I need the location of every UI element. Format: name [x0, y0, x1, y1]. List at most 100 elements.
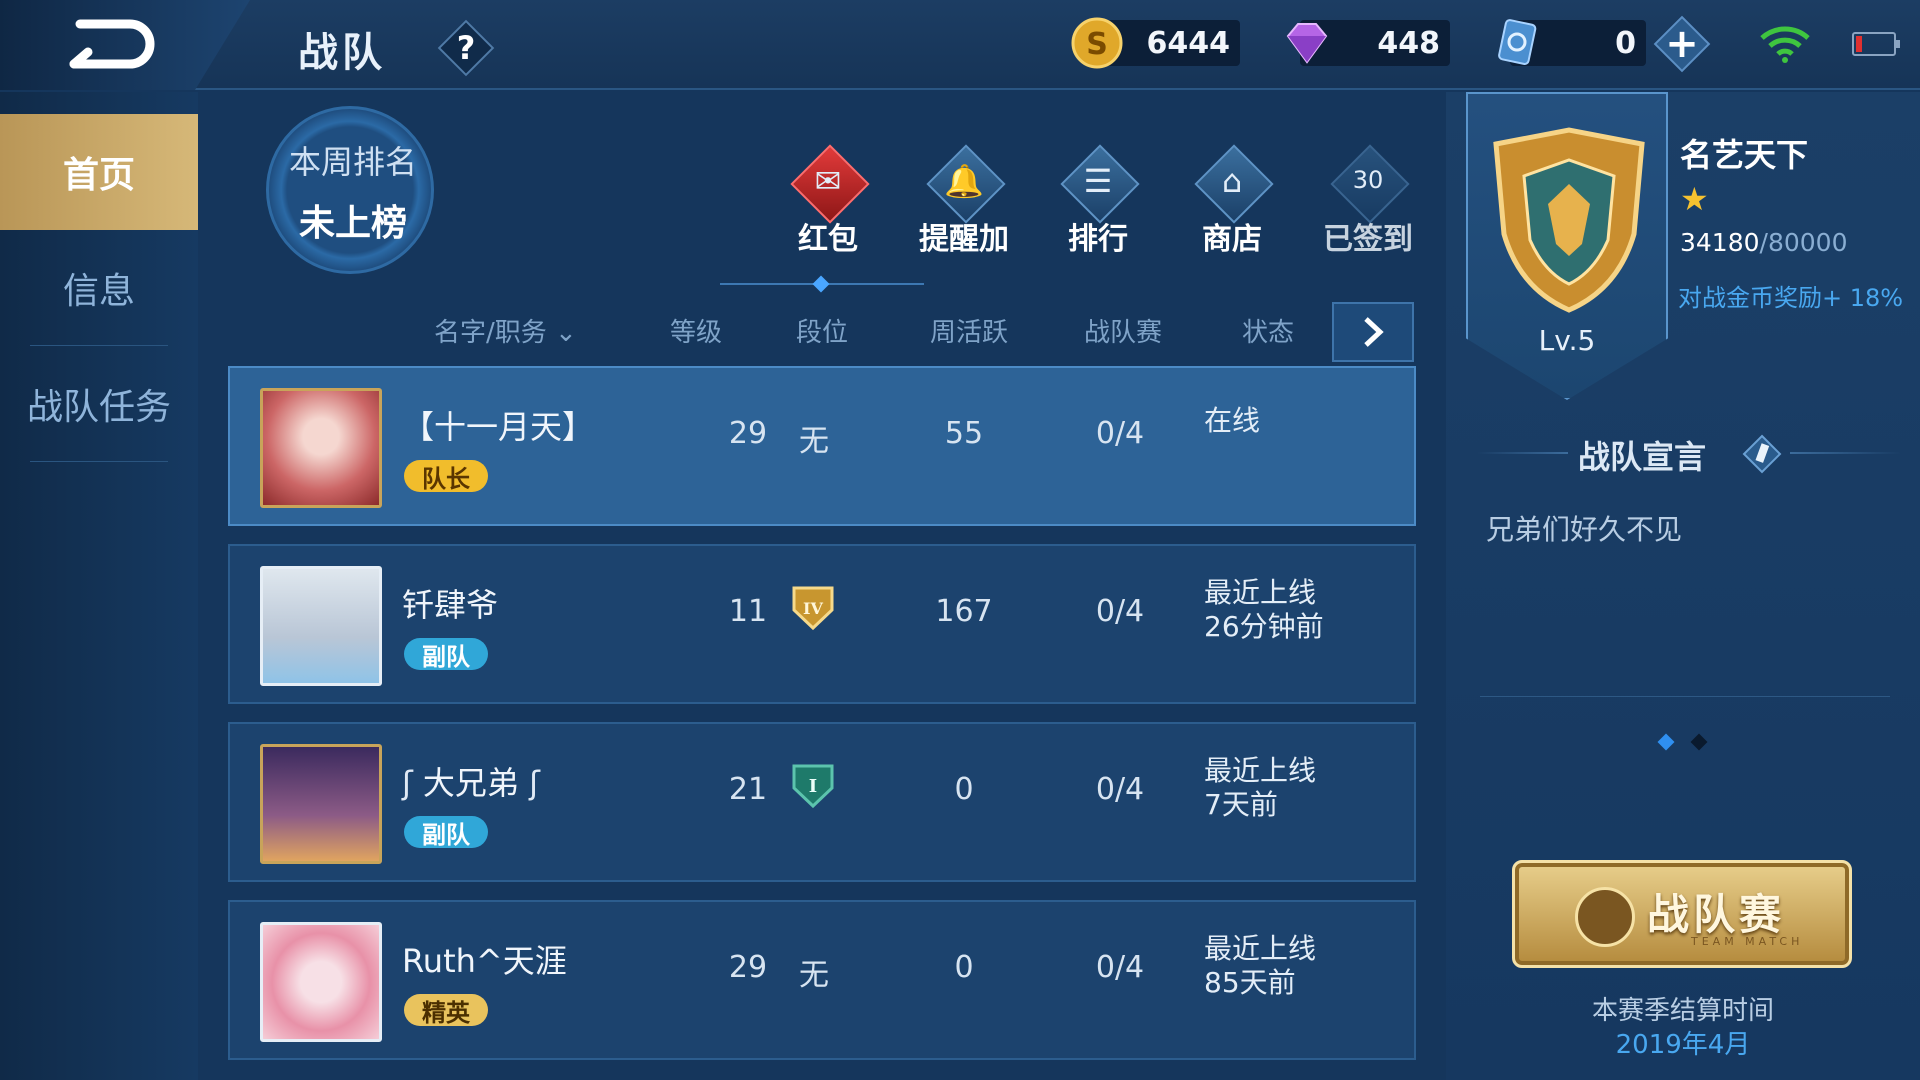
calendar-30-icon: 30: [1352, 166, 1384, 194]
table-row[interactable]: 【十一月天】 队长 29 无 55 0/4 在线: [228, 366, 1416, 526]
action-label: 提醒加: [919, 222, 1009, 257]
weekly-activity-value: 55: [944, 416, 984, 451]
action-label: 商店: [1202, 222, 1262, 257]
action-label: 红包: [798, 222, 858, 257]
rank-shield-icon: IV: [790, 584, 836, 632]
role-badge: 精英: [404, 994, 488, 1027]
header-label: 名字/职务: [434, 318, 547, 348]
top-bar: 战队 ? S 6444 448 0 +: [0, 0, 1920, 90]
sidebar-item-team-tasks[interactable]: 战队任务: [0, 346, 198, 462]
header-name-role[interactable]: 名字/职务 ⌄: [434, 312, 577, 349]
divider: [1480, 696, 1890, 697]
divider: [1790, 452, 1900, 454]
red-envelope-button[interactable]: ✉ 红包: [768, 144, 888, 260]
back-arrow-icon: [69, 19, 155, 69]
action-label: 已签到: [1323, 222, 1413, 257]
shop-icon: ⌂: [1221, 162, 1243, 200]
member-name: 【十一月天】: [402, 408, 595, 446]
table-row[interactable]: Ruth^天涯 精英 29 无 0 0/4 最近上线 85天前: [228, 900, 1416, 1060]
team-match-subtitle: TEAM MATCH: [1691, 935, 1804, 948]
declaration-title: 战队宣言: [1578, 438, 1707, 476]
help-button[interactable]: ?: [440, 22, 492, 74]
header-status: 状态: [1242, 318, 1295, 348]
member-name: Ruth^天涯: [402, 942, 567, 980]
team-match-button[interactable]: 战队赛 TEAM MATCH: [1512, 860, 1852, 968]
voucher-icon: [1498, 19, 1537, 65]
member-name-text: 大兄弟: [422, 764, 519, 802]
back-button[interactable]: [60, 14, 160, 74]
weekly-rank-value: 未上榜: [298, 203, 407, 244]
table-row[interactable]: ʃ 大兄弟 ʃ 副队 21 I 0 0/4 最近上线 7天前: [228, 722, 1416, 882]
team-match-value: 0/4: [1095, 594, 1145, 629]
team-level: Lv.5: [1538, 324, 1596, 357]
role-badge: 副队: [404, 816, 488, 849]
team-exp-current: 34180: [1680, 228, 1760, 257]
gold-amount: 6444: [1146, 25, 1231, 61]
status-text: 在线: [1204, 404, 1261, 437]
member-name: 钎肆爷: [402, 586, 499, 624]
page-title: 战队: [298, 30, 386, 76]
avatar: [260, 388, 382, 508]
sidebar-item-label: 信息: [62, 271, 135, 312]
star-icon: ★: [1680, 180, 1709, 218]
gem-amount: 448: [1377, 25, 1440, 61]
voucher-counter: 0: [1498, 19, 1646, 66]
ranking-icon: ☰: [1083, 162, 1113, 200]
role-badge: 队长: [404, 460, 488, 493]
rank-value: 无: [799, 958, 829, 993]
divider: [1478, 452, 1568, 454]
voucher-amount: 0: [1615, 25, 1636, 61]
diamond-icon: [1286, 23, 1328, 64]
header-team-match: 战队赛: [1084, 318, 1163, 348]
team-exp-max: /80000: [1759, 228, 1848, 257]
status-text: 最近上线 26分钟前: [1204, 576, 1324, 643]
status-text: 最近上线 7天前: [1204, 754, 1317, 821]
remind-button[interactable]: 🔔 提醒加: [904, 144, 1024, 260]
ranking-button[interactable]: ☰ 排行: [1038, 144, 1158, 260]
sidebar-item-home[interactable]: 首页: [0, 114, 198, 230]
red-envelope-icon: ✉: [814, 162, 842, 200]
battery-icon: [1852, 32, 1900, 56]
bell-link-icon: 🔔: [944, 162, 984, 200]
header-level: 等级: [670, 318, 723, 348]
team-match-value: 0/4: [1095, 416, 1145, 451]
swirl-icon: ʃ: [529, 764, 540, 802]
sidebar: 首页 信息 战队任务: [0, 92, 198, 1080]
rank-shield-icon: I: [790, 762, 836, 810]
role-badge: 副队: [404, 638, 488, 671]
team-match-emblem-icon: [1575, 887, 1635, 947]
team-match-value: 0/4: [1095, 950, 1145, 985]
season-end-date: 2019年4月: [1615, 1030, 1751, 1060]
avatar: [260, 744, 382, 864]
edit-declaration-button[interactable]: [1742, 434, 1782, 474]
rank-value: 无: [799, 424, 829, 459]
season-end-label: 本赛季结算时间: [1591, 996, 1774, 1026]
recharge-button[interactable]: +: [1658, 20, 1706, 68]
sidebar-item-label: 战队任务: [26, 387, 171, 428]
next-columns-button[interactable]: [1332, 302, 1414, 362]
weekly-rank-emblem: [266, 106, 434, 274]
action-label: 排行: [1068, 222, 1128, 257]
team-bonus: 对战金币奖励+ 18%: [1678, 284, 1904, 312]
weekly-activity-value: 0: [954, 772, 974, 807]
status-text: 最近上线 85天前: [1204, 932, 1317, 999]
header-weekly-activity: 周活跃: [930, 318, 1009, 348]
checked-in-button[interactable]: 30 已签到: [1308, 144, 1428, 260]
table-row[interactable]: 钎肆爷 副队 11 IV 167 0/4 最近上线 26分钟前: [228, 544, 1416, 704]
svg-text:S: S: [1086, 27, 1108, 62]
shop-button[interactable]: ⌂ 商店: [1172, 144, 1292, 260]
plus-icon: +: [1665, 21, 1699, 67]
weekly-rank-label: 本周排名: [288, 143, 417, 181]
member-name: ʃ 大兄弟 ʃ: [402, 758, 540, 804]
chevron-right-icon: [1364, 317, 1384, 347]
sidebar-item-info[interactable]: 信息: [0, 230, 198, 346]
sidebar-item-label: 首页: [62, 155, 135, 196]
weekly-activity-value: 0: [954, 950, 974, 985]
pencil-icon: [1742, 434, 1782, 474]
gold-counter: S 6444: [1071, 17, 1240, 69]
team-match-label: 战队赛: [1647, 890, 1786, 939]
declaration-text: 兄弟们好久不见: [1486, 513, 1683, 546]
avatar: [260, 922, 382, 1042]
gold-coin-icon: S: [1071, 17, 1123, 69]
team-exp: 34180/80000: [1680, 228, 1847, 257]
